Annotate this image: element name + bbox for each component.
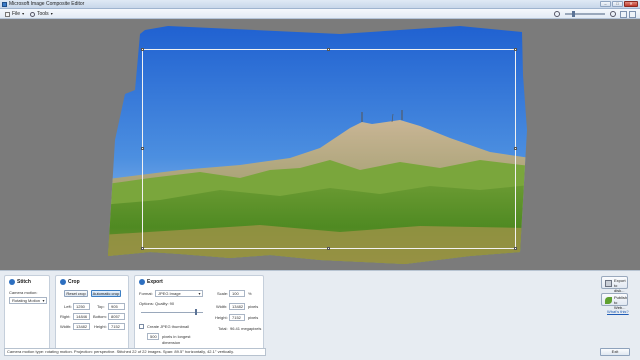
tools-menu-label: Tools xyxy=(37,11,49,17)
title-bar: Microsoft Image Composite Editor – □ ✕ xyxy=(0,0,640,9)
export-width-unit: pixels xyxy=(248,304,259,309)
chevron-down-icon: ▾ xyxy=(50,11,53,16)
camera-motion-label: Camera motion: xyxy=(9,290,38,295)
disk-icon xyxy=(605,280,612,287)
chevron-down-icon: ▾ xyxy=(198,291,201,296)
step-number-icon xyxy=(60,279,66,285)
crop-bottom-label: Bottom: xyxy=(93,314,107,319)
reset-crop-button[interactable]: Reset crop xyxy=(64,290,88,297)
quality-slider[interactable] xyxy=(141,309,203,315)
crop-handle-top-left[interactable] xyxy=(141,48,144,51)
fit-to-window-icon[interactable] xyxy=(620,10,627,18)
crop-width-input[interactable]: 13482 xyxy=(73,323,90,330)
crop-handle-top[interactable] xyxy=(327,48,330,51)
panorama-canvas[interactable] xyxy=(0,20,640,270)
crop-height-label: Height: xyxy=(94,324,107,329)
tools-menu[interactable]: Tools ▾ xyxy=(28,10,55,18)
publish-to-web-button[interactable]: Publish to Web... xyxy=(601,293,628,310)
thumbnail-checkbox[interactable] xyxy=(139,324,144,329)
scale-label: Scale: xyxy=(217,291,229,296)
crop-height-input[interactable]: 7152 xyxy=(108,323,125,330)
crop-frame[interactable] xyxy=(142,49,516,249)
crop-right-input[interactable]: 14846 xyxy=(73,313,90,320)
thumbnail-suffix-line2: dimension xyxy=(162,340,181,345)
bottom-panel-area: Stitch Camera motion: Rotating Motion ▾ … xyxy=(0,270,640,360)
file-menu[interactable]: File ▾ xyxy=(3,10,26,18)
exit-button[interactable]: Exit xyxy=(600,348,630,356)
window-title: Microsoft Image Composite Editor xyxy=(9,1,85,7)
camera-motion-select[interactable]: Rotating Motion ▾ xyxy=(9,297,47,304)
crop-handle-right[interactable] xyxy=(514,147,517,150)
file-menu-label: File xyxy=(12,11,21,17)
crop-top-label: Top: xyxy=(97,304,105,309)
thumbnail-size-input[interactable]: 500 xyxy=(147,333,159,340)
format-value: JPEG Image xyxy=(158,291,181,296)
crop-title: Crop xyxy=(60,279,80,285)
maximize-button[interactable]: □ xyxy=(612,1,623,7)
export-height-label: Height: xyxy=(215,315,228,320)
export-width-label: Width: xyxy=(216,304,228,309)
export-panel: Export Format: JPEG Image ▾ Options: Qua… xyxy=(134,275,264,351)
menu-bar: File ▾ Tools ▾ xyxy=(0,9,640,19)
thumbnail-suffix: pixels in longest xyxy=(162,334,191,339)
crop-bottom-input[interactable]: 8057 xyxy=(108,313,125,320)
actual-size-icon[interactable] xyxy=(629,10,636,18)
scale-unit: % xyxy=(248,291,252,296)
format-select[interactable]: JPEG Image ▾ xyxy=(155,290,203,297)
crop-panel: Crop Reset crop Automatic crop Left: 125… xyxy=(55,275,129,351)
quality-slider-thumb[interactable] xyxy=(195,309,197,315)
automatic-crop-button[interactable]: Automatic crop xyxy=(91,290,121,297)
crop-left-label: Left: xyxy=(64,304,72,309)
crop-width-label: Width: xyxy=(60,324,72,329)
chevron-down-icon: ▾ xyxy=(42,298,45,303)
app-icon xyxy=(2,2,7,7)
window-controls: – □ ✕ xyxy=(599,1,638,7)
zoom-out-icon[interactable] xyxy=(554,11,560,17)
export-width-input[interactable]: 13482 xyxy=(229,303,245,310)
export-to-disk-label: Export to disk... xyxy=(614,278,626,293)
camera-motion-value: Rotating Motion xyxy=(12,298,41,303)
leaf-icon xyxy=(605,297,612,304)
stitch-panel: Stitch Camera motion: Rotating Motion ▾ xyxy=(4,275,50,351)
scale-input[interactable]: 100 xyxy=(229,290,245,297)
zoom-slider-thumb[interactable] xyxy=(572,11,576,17)
stitch-title-label: Stitch xyxy=(17,279,31,285)
crop-handle-bottom[interactable] xyxy=(327,247,330,250)
crop-title-label: Crop xyxy=(68,279,80,285)
export-height-input[interactable]: 7152 xyxy=(229,314,245,321)
thumbnail-label: Create JPEG thumbnail xyxy=(147,324,190,329)
crop-handle-bottom-left[interactable] xyxy=(141,247,144,250)
crop-handle-bottom-right[interactable] xyxy=(514,247,517,250)
export-title: Export xyxy=(139,279,163,285)
minimize-button[interactable]: – xyxy=(600,1,611,7)
total-value: 96.41 megapixels xyxy=(230,326,262,331)
stitch-title: Stitch xyxy=(9,279,31,285)
publish-to-web-label: Publish to Web... xyxy=(614,295,628,310)
export-to-disk-button[interactable]: Export to disk... xyxy=(601,276,628,293)
crop-handle-left[interactable] xyxy=(141,147,144,150)
step-number-icon xyxy=(139,279,145,285)
step-number-icon xyxy=(9,279,15,285)
format-label: Format: xyxy=(139,291,153,296)
zoom-in-icon[interactable] xyxy=(610,11,616,17)
crop-right-label: Right: xyxy=(60,314,71,319)
zoom-toolbar xyxy=(552,10,636,18)
export-title-label: Export xyxy=(147,279,163,285)
export-height-unit: pixels xyxy=(248,315,259,320)
total-label: Total: xyxy=(218,326,228,331)
crop-handle-top-right[interactable] xyxy=(514,48,517,51)
file-icon xyxy=(5,11,10,17)
crop-left-input[interactable]: 1250 xyxy=(73,303,90,310)
zoom-slider[interactable] xyxy=(565,11,605,17)
whats-this-link[interactable]: What's this? xyxy=(607,309,629,314)
chevron-down-icon: ▾ xyxy=(22,11,25,16)
quality-label: Options: Quality: 90 xyxy=(139,301,175,306)
gear-icon xyxy=(30,11,35,17)
status-bar: Camera motion type: rotating motion. Pro… xyxy=(4,348,266,356)
crop-top-input[interactable]: 905 xyxy=(108,303,125,310)
close-button[interactable]: ✕ xyxy=(624,1,638,7)
